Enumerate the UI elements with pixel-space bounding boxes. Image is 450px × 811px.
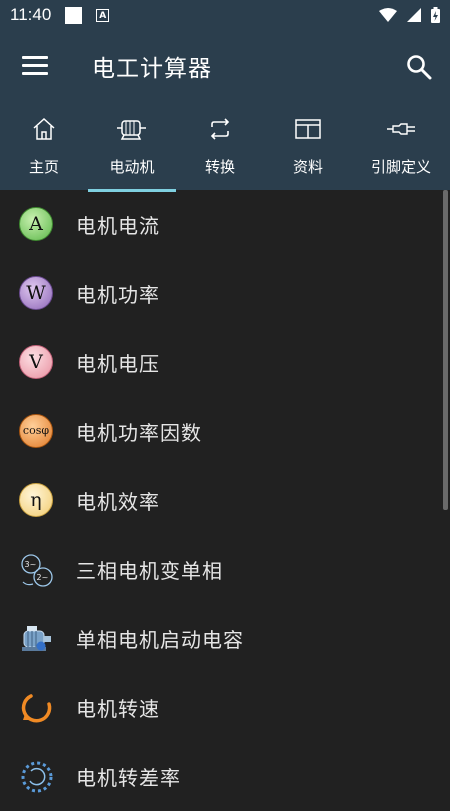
app-title: 电工计算器 — [92, 56, 212, 82]
cosphi-icon: cosφ — [19, 413, 55, 450]
tab-convert[interactable]: 转换 — [176, 112, 264, 190]
pin-icon — [387, 123, 415, 135]
tab-reference[interactable]: 资料 — [264, 112, 352, 190]
item-label: 电机效率 — [76, 490, 160, 514]
item-label: 电机转差率 — [76, 766, 181, 790]
search-icon[interactable] — [406, 54, 432, 80]
three-to-single-phase-icon: 3~ 2~ — [19, 552, 55, 588]
list-item-motor-slip-rate[interactable]: 电机转差率 — [0, 742, 444, 811]
convert-icon — [210, 118, 230, 140]
motor-calc-list: A 电机电流 W 电机功率 V 电机电压 cosφ 电机功率因数 η 电机效率 — [0, 190, 444, 811]
tab-label: 主页 — [28, 158, 59, 176]
rotation-speed-icon — [19, 690, 55, 726]
svg-text:2~: 2~ — [37, 573, 49, 582]
list-item-motor-current[interactable]: A 电机电流 — [0, 190, 444, 259]
item-label: 电机转速 — [76, 697, 160, 721]
list-item-motor-voltage[interactable]: V 电机电压 — [0, 328, 444, 397]
notification-square-icon — [65, 6, 83, 24]
tab-home[interactable]: 主页 — [0, 112, 88, 190]
list-item-motor-power-factor[interactable]: cosφ 电机功率因数 — [0, 397, 444, 466]
list-item-single-phase-start-capacitor[interactable]: 单相电机启动电容 — [0, 604, 444, 673]
tab-label: 引脚定义 — [370, 158, 431, 176]
motor-capacitor-icon — [19, 621, 55, 657]
item-label: 电机功率因数 — [76, 421, 202, 445]
tab-label: 电动机 — [109, 158, 155, 176]
efficiency-eta-icon: η — [19, 482, 55, 519]
status-bar: 11:40 A — [0, 0, 450, 30]
home-icon — [33, 117, 55, 140]
list-item-three-to-single-phase[interactable]: 3~ 2~ 三相电机变单相 — [0, 535, 444, 604]
book-icon — [295, 119, 321, 139]
list-item-motor-power[interactable]: W 电机功率 — [0, 259, 444, 328]
tab-pin-definition[interactable]: 引脚定义 — [352, 112, 450, 190]
item-label: 电机功率 — [76, 283, 160, 307]
app-bar: 电工计算器 主页 电动机 转换 资料 引脚定义 — [0, 30, 450, 192]
list-item-motor-efficiency[interactable]: η 电机效率 — [0, 466, 444, 535]
status-time: 11:40 — [10, 5, 52, 24]
tab-label: 转换 — [204, 158, 235, 176]
tab-bar: 主页 电动机 转换 资料 引脚定义 — [0, 112, 450, 192]
svg-text:3~: 3~ — [25, 560, 37, 569]
power-w-icon: W — [19, 275, 55, 312]
notification-a-icon: A — [96, 8, 110, 22]
tab-label: 资料 — [292, 158, 323, 176]
battery-icon — [431, 7, 440, 23]
scrollbar[interactable] — [443, 190, 448, 510]
item-label: 电机电流 — [76, 214, 160, 238]
menu-icon[interactable] — [22, 56, 48, 76]
item-label: 三相电机变单相 — [76, 559, 223, 583]
tab-motor[interactable]: 电动机 — [88, 112, 176, 192]
item-label: 单相电机启动电容 — [76, 628, 244, 652]
item-label: 电机电压 — [76, 352, 160, 376]
signal-icon — [407, 8, 421, 22]
list-item-motor-speed[interactable]: 电机转速 — [0, 673, 444, 742]
voltage-v-icon: V — [19, 344, 55, 381]
slip-rate-icon — [19, 759, 55, 795]
motor-icon — [117, 120, 146, 140]
wifi-icon — [379, 8, 397, 22]
current-a-icon: A — [19, 206, 55, 243]
